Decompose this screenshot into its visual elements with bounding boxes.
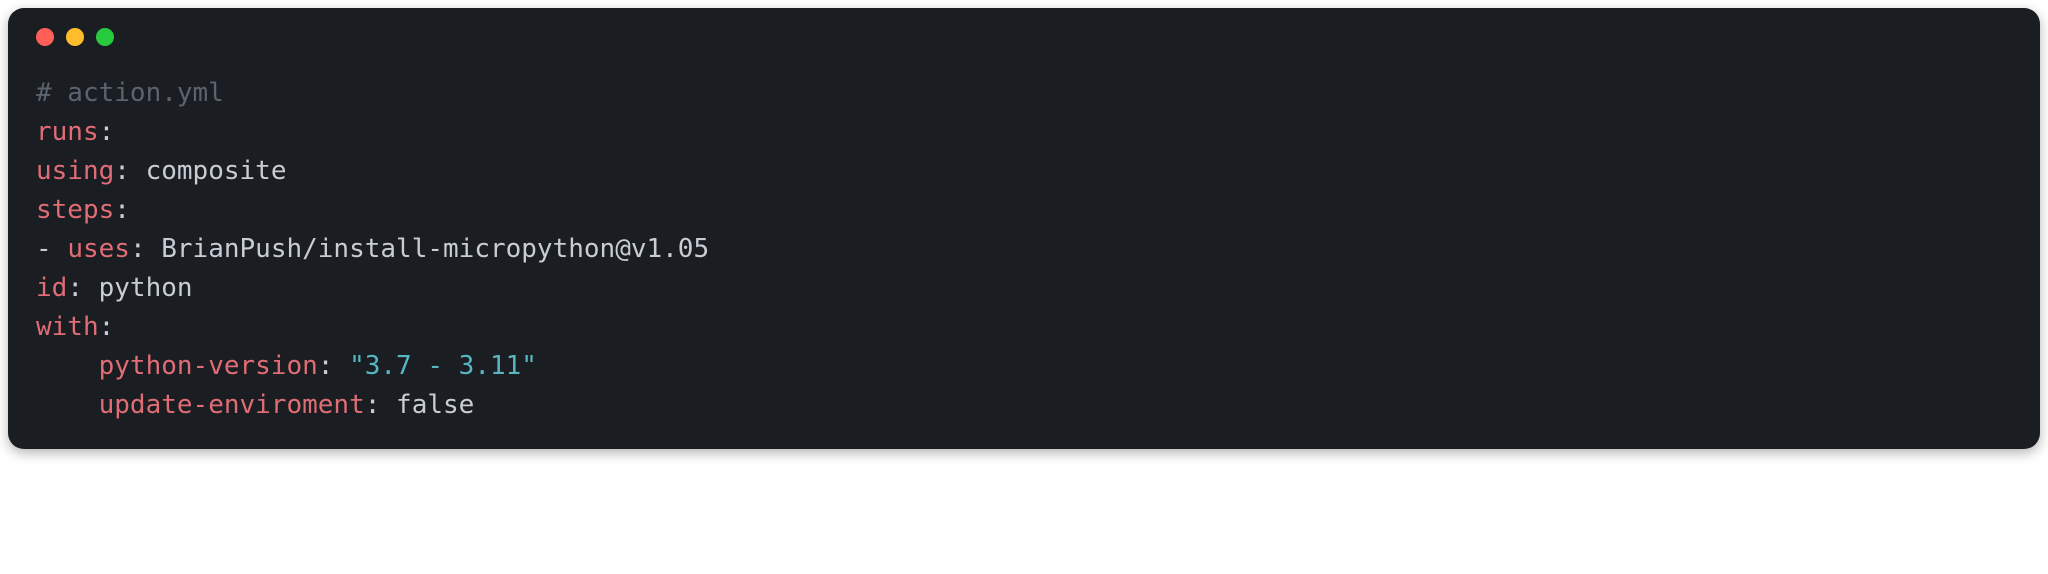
yaml-key-uses: uses [67,234,130,264]
yaml-key-with: with [36,312,99,342]
maximize-button[interactable] [96,28,114,46]
yaml-value-uses: BrianPush/install-micropython@v1.05 [146,234,710,264]
yaml-key-using: using [36,156,114,186]
colon: : [365,390,381,420]
indent [36,386,99,425]
code-block: # action.yml runs: using: composite step… [36,74,2012,425]
colon: : [99,117,115,147]
space [380,390,396,420]
code-comment: # action.yml [36,78,224,108]
colon: : [130,234,146,264]
yaml-key-update-enviroment: update-enviroment [99,390,365,420]
yaml-value-false: false [396,390,474,420]
colon: : [67,273,83,303]
yaml-key-python-version: python-version [99,351,318,381]
close-button[interactable] [36,28,54,46]
yaml-dash: - [36,234,67,264]
yaml-value-composite: composite [130,156,287,186]
colon: : [318,351,334,381]
yaml-key-id: id [36,273,67,303]
minimize-button[interactable] [66,28,84,46]
colon: : [114,195,130,225]
indent [36,347,99,386]
window-controls [36,28,2012,46]
space [333,351,349,381]
colon: : [114,156,130,186]
colon: : [99,312,115,342]
yaml-key-steps: steps [36,195,114,225]
yaml-key-runs: runs [36,117,99,147]
yaml-value-python-version: "3.7 - 3.11" [349,351,537,381]
yaml-value-id: python [83,273,193,303]
terminal-window: # action.yml runs: using: composite step… [8,8,2040,449]
